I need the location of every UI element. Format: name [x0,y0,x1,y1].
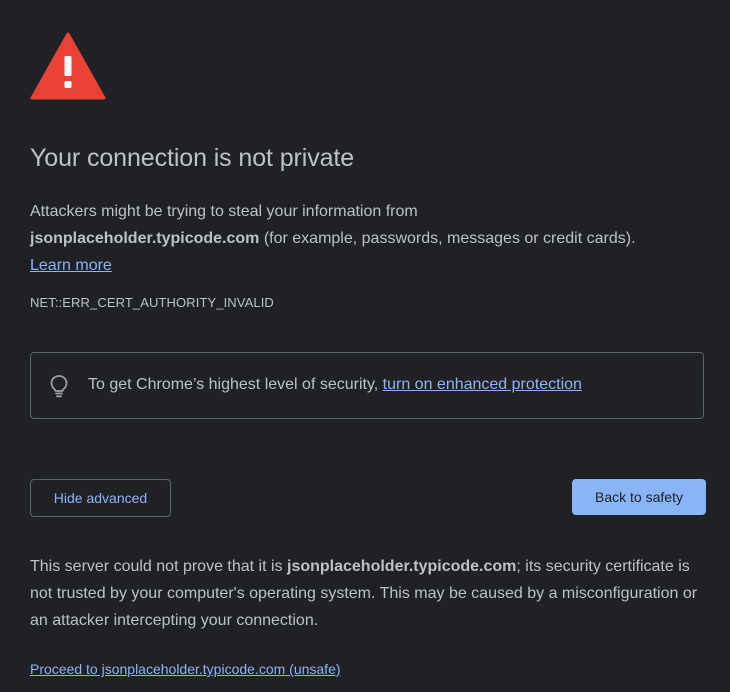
main-explanation: Attackers might be trying to steal your … [30,198,710,279]
explanation-line1: Attackers might be trying to steal your … [30,203,418,220]
error-code: NET::ERR_CERT_AUTHORITY_INVALID [30,295,274,310]
details-part1: This server could not prove that it is [30,558,287,575]
page-title: Your connection is not private [30,144,355,172]
warning-triangle-icon [30,32,106,100]
back-to-safety-button[interactable]: Back to safety [572,479,706,515]
learn-more-link[interactable]: Learn more [30,257,112,274]
enhanced-protection-box: To get Chrome’s highest level of securit… [30,352,704,419]
hide-advanced-button[interactable]: Hide advanced [30,479,171,517]
enhanced-protection-prefix: To get Chrome’s highest level of securit… [88,376,383,393]
proceed-unsafe-link[interactable]: Proceed to jsonplaceholder.typicode.com … [30,661,341,677]
explanation-host: jsonplaceholder.typicode.com [30,230,260,247]
details-text: This server could not prove that it is j… [30,553,710,634]
details-host: jsonplaceholder.typicode.com [287,558,517,575]
lightbulb-icon [50,375,68,398]
explanation-line2: (for example, passwords, messages or cre… [259,230,636,247]
enhanced-protection-link[interactable]: turn on enhanced protection [383,376,582,393]
enhanced-protection-text: To get Chrome’s highest level of securit… [88,376,582,394]
